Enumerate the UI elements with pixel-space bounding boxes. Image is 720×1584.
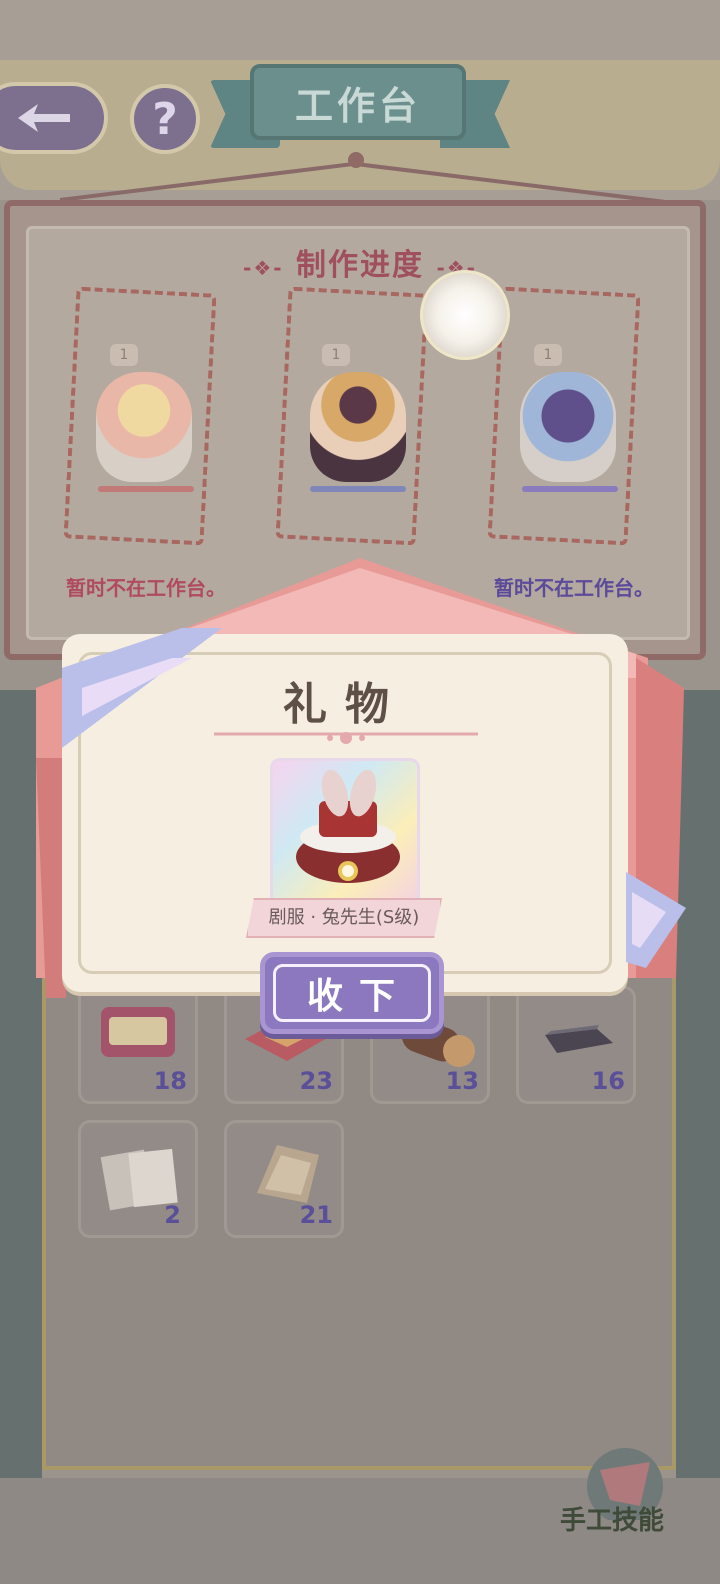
gift-item-name: 剧服 · 兔先生(S级) — [246, 898, 442, 938]
back-arrow-icon — [18, 104, 70, 132]
page-title-text: 工作台 — [294, 83, 421, 128]
slot-badge-1: 1 — [110, 344, 138, 366]
slot-progress-bar-3 — [522, 486, 618, 492]
material-cell[interactable]: 2 — [78, 1120, 198, 1238]
sewing-kit-icon — [101, 1007, 175, 1057]
slot-progress-bar-2 — [310, 486, 406, 492]
page-title: 工作台 — [250, 64, 466, 140]
slot-progress-bar-1 — [98, 486, 194, 492]
sparkle-glow-icon — [420, 270, 510, 360]
accept-button-label: 收下 — [273, 964, 431, 1022]
material-count: 18 — [153, 1067, 187, 1095]
slot-badge-3: 1 — [534, 344, 562, 366]
material-count: 23 — [299, 1067, 333, 1095]
character-portrait-1 — [96, 372, 192, 482]
ornament-left-icon: -❖- — [243, 256, 284, 280]
progress-title-text: 制作进度 — [296, 248, 424, 283]
rabbit-costume-icon — [296, 769, 400, 883]
material-cell[interactable]: 16 — [516, 986, 636, 1104]
progress-title: -❖- 制作进度 -❖- — [0, 240, 720, 284]
material-count: 2 — [164, 1201, 181, 1229]
gift-title: 礼物 — [62, 668, 628, 732]
character-portrait-3 — [520, 372, 616, 482]
help-icon: ? — [152, 93, 178, 145]
ribbon-decoration-right — [626, 872, 686, 968]
accept-button[interactable]: 收下 — [260, 952, 444, 1034]
help-button[interactable]: ? — [130, 84, 200, 154]
material-count: 21 — [299, 1201, 333, 1229]
material-cell[interactable]: 18 — [78, 986, 198, 1104]
hanging-pin — [348, 152, 364, 168]
metal-bar-icon — [545, 1025, 613, 1053]
material-cell[interactable]: 21 — [224, 1120, 344, 1238]
back-button[interactable] — [0, 82, 108, 154]
title-divider-icon — [214, 732, 478, 744]
slot-badge-2: 1 — [322, 344, 350, 366]
gift-item-tile[interactable] — [270, 758, 420, 918]
gift-title-text: 礼物 — [283, 679, 407, 730]
material-count: 13 — [445, 1067, 479, 1095]
character-portrait-2 — [310, 372, 406, 482]
material-count: 16 — [591, 1067, 625, 1095]
handcraft-skill-label: 手工技能 — [560, 1506, 665, 1536]
